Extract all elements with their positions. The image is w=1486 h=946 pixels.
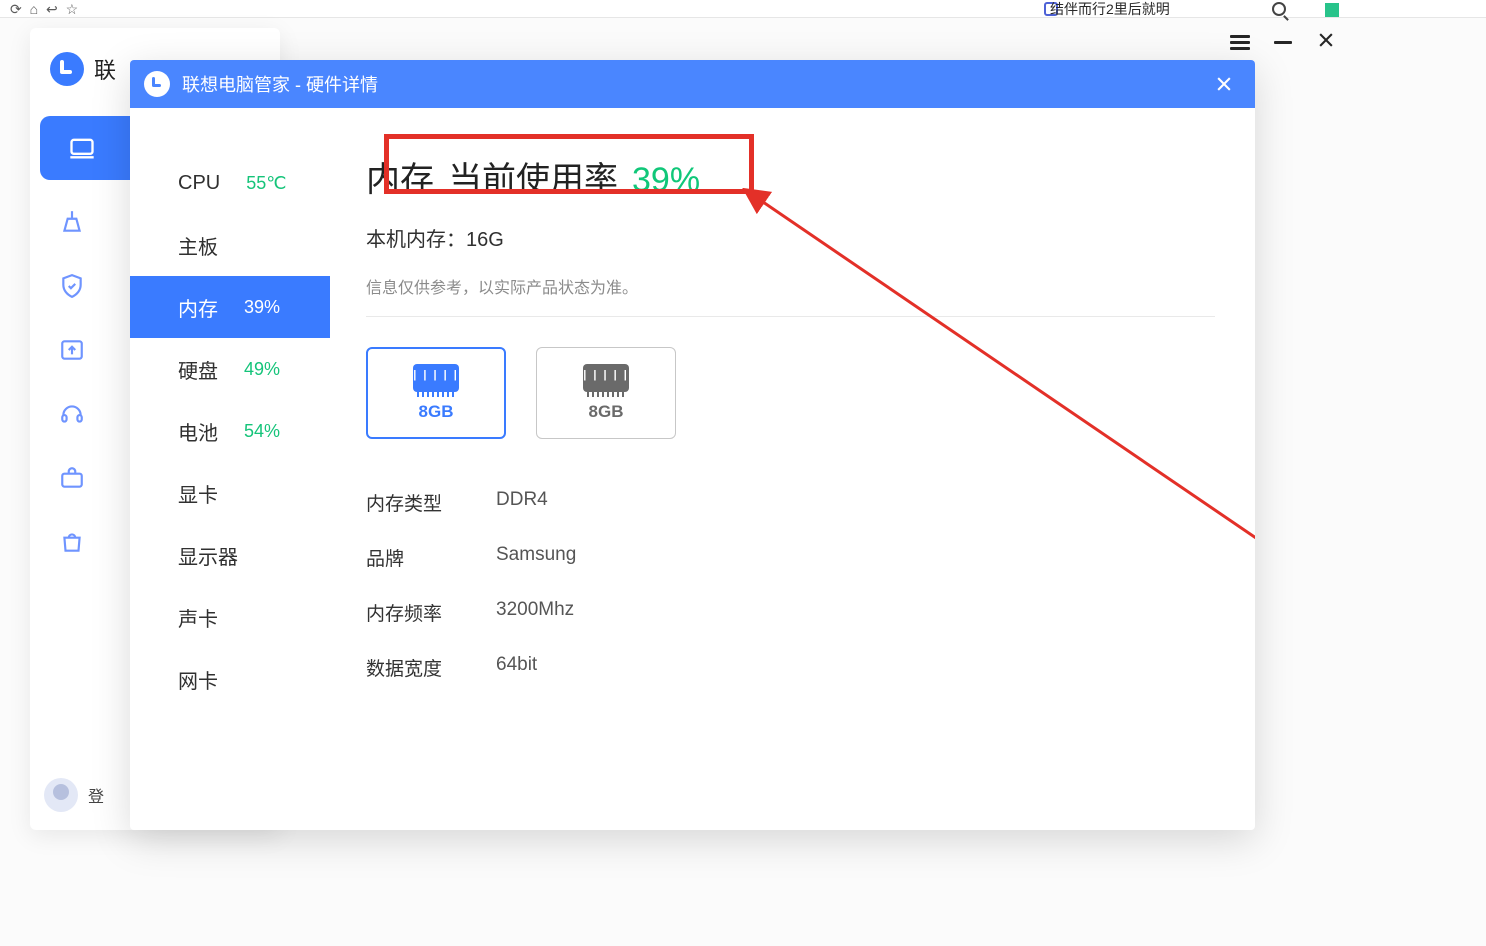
broom-icon	[48, 198, 96, 246]
spec-row: 内存类型 DDR4	[366, 475, 1215, 530]
sidebar-item-gpu[interactable]: 显卡	[130, 462, 330, 524]
profile-label: 登	[88, 783, 104, 807]
spec-key: 内存频率	[366, 599, 496, 626]
hamburger-icon[interactable]	[1230, 32, 1250, 53]
heading-part-2: 当前使用率	[448, 152, 618, 201]
memory-card-2[interactable]: 8GB	[536, 347, 676, 439]
sidebar-item-value: 55℃	[246, 173, 286, 194]
profile-row[interactable]: 登	[44, 778, 104, 812]
sidebar-item-disk[interactable]: 硬盘 49%	[130, 338, 330, 400]
sidebar-item-value: 54%	[244, 421, 280, 442]
sidebar-item-value: 39%	[244, 297, 280, 318]
avatar-icon	[44, 778, 78, 812]
bag-icon	[48, 518, 96, 566]
sidebar-item-label: 网卡	[178, 665, 218, 694]
upload-icon	[48, 326, 96, 374]
laptop-icon	[58, 124, 106, 172]
spec-row: 品牌 Samsung	[366, 530, 1215, 585]
dialog-title: 联想电脑管家 - 硬件详情	[182, 71, 1195, 97]
sidebar-item-label: 主板	[178, 231, 218, 260]
ram-chip-icon	[413, 364, 459, 392]
sidebar-item-sound[interactable]: 声卡	[130, 586, 330, 648]
sidebar-item-label: 显卡	[178, 479, 218, 508]
heading-part-1: 内存	[366, 152, 434, 201]
memory-card-cap: 8GB	[589, 402, 624, 422]
browser-tab-text: 结伴而行2里后就明	[1050, 0, 1170, 18]
memory-stick-cards: 8GB 8GB	[366, 347, 1215, 439]
sidebar-item-label: 显示器	[178, 541, 238, 570]
sidebar-item-label: CPU	[178, 172, 220, 195]
search-icon	[1272, 2, 1286, 16]
browser-top-strip	[0, 0, 1486, 18]
spec-row: 数据宽度 64bit	[366, 640, 1215, 695]
memory-card-cap: 8GB	[419, 402, 454, 422]
browser-accent-square	[1325, 3, 1339, 17]
sidebar-item-battery[interactable]: 电池 54%	[130, 400, 330, 462]
hardware-details-dialog: 联想电脑管家 - 硬件详情 CPU 55℃ 主板 内存 39% 硬盘 49%	[130, 60, 1255, 830]
parent-window-controls	[1230, 30, 1336, 55]
disclaimer-note: 信息仅供参考，以实际产品状态为准。	[366, 274, 1215, 317]
shield-icon	[48, 262, 96, 310]
spec-row: 内存频率 3200Mhz	[366, 585, 1215, 640]
heading-percent: 39%	[632, 161, 700, 200]
parent-app-title: 联	[94, 53, 116, 85]
spec-key: 数据宽度	[366, 654, 496, 681]
sidebar-item-display[interactable]: 显示器	[130, 524, 330, 586]
ram-chip-icon	[583, 364, 629, 392]
sidebar-item-memory[interactable]: 内存 39%	[130, 276, 330, 338]
dialog-logo-icon	[144, 71, 170, 97]
spec-value: Samsung	[496, 544, 576, 571]
headset-icon	[48, 390, 96, 438]
spec-value: 64bit	[496, 654, 537, 681]
sidebar-item-label: 电池	[178, 417, 218, 446]
memory-spec-table: 内存类型 DDR4 品牌 Samsung 内存频率 3200Mhz 数据宽度 6…	[366, 475, 1215, 695]
spec-key: 品牌	[366, 544, 496, 571]
sidebar-item-network[interactable]: 网卡	[130, 648, 330, 710]
sidebar-item-label: 声卡	[178, 603, 218, 632]
sidebar-item-mainboard[interactable]: 主板	[130, 214, 330, 276]
close-button-parent[interactable]	[1316, 30, 1336, 55]
dialog-close-button[interactable]	[1207, 67, 1241, 101]
dialog-titlebar: 联想电脑管家 - 硬件详情	[130, 60, 1255, 108]
sidebar-item-cpu[interactable]: CPU 55℃	[130, 152, 330, 214]
spec-key: 内存类型	[366, 489, 496, 516]
total-memory-line: 本机内存：16G	[366, 223, 1215, 252]
browser-nav-glyphs: ⟳ ⌂ ↩ ☆	[10, 0, 80, 18]
sidebar-item-label: 硬盘	[178, 355, 218, 384]
spec-value: 3200Mhz	[496, 599, 574, 626]
dialog-sidebar: CPU 55℃ 主板 内存 39% 硬盘 49% 电池 54% 显卡	[130, 108, 330, 830]
sidebar-item-label: 内存	[178, 293, 218, 322]
spec-value: DDR4	[496, 489, 548, 516]
minimize-button[interactable]	[1274, 41, 1292, 44]
sidebar-item-value: 49%	[244, 359, 280, 380]
dialog-content: 内存 当前使用率 39% 本机内存：16G 信息仅供参考，以实际产品状态为准。 …	[330, 108, 1255, 830]
memory-heading: 内存 当前使用率 39%	[366, 152, 1215, 201]
memory-card-1[interactable]: 8GB	[366, 347, 506, 439]
briefcase-icon	[48, 454, 96, 502]
lenovo-logo-icon	[50, 52, 84, 86]
